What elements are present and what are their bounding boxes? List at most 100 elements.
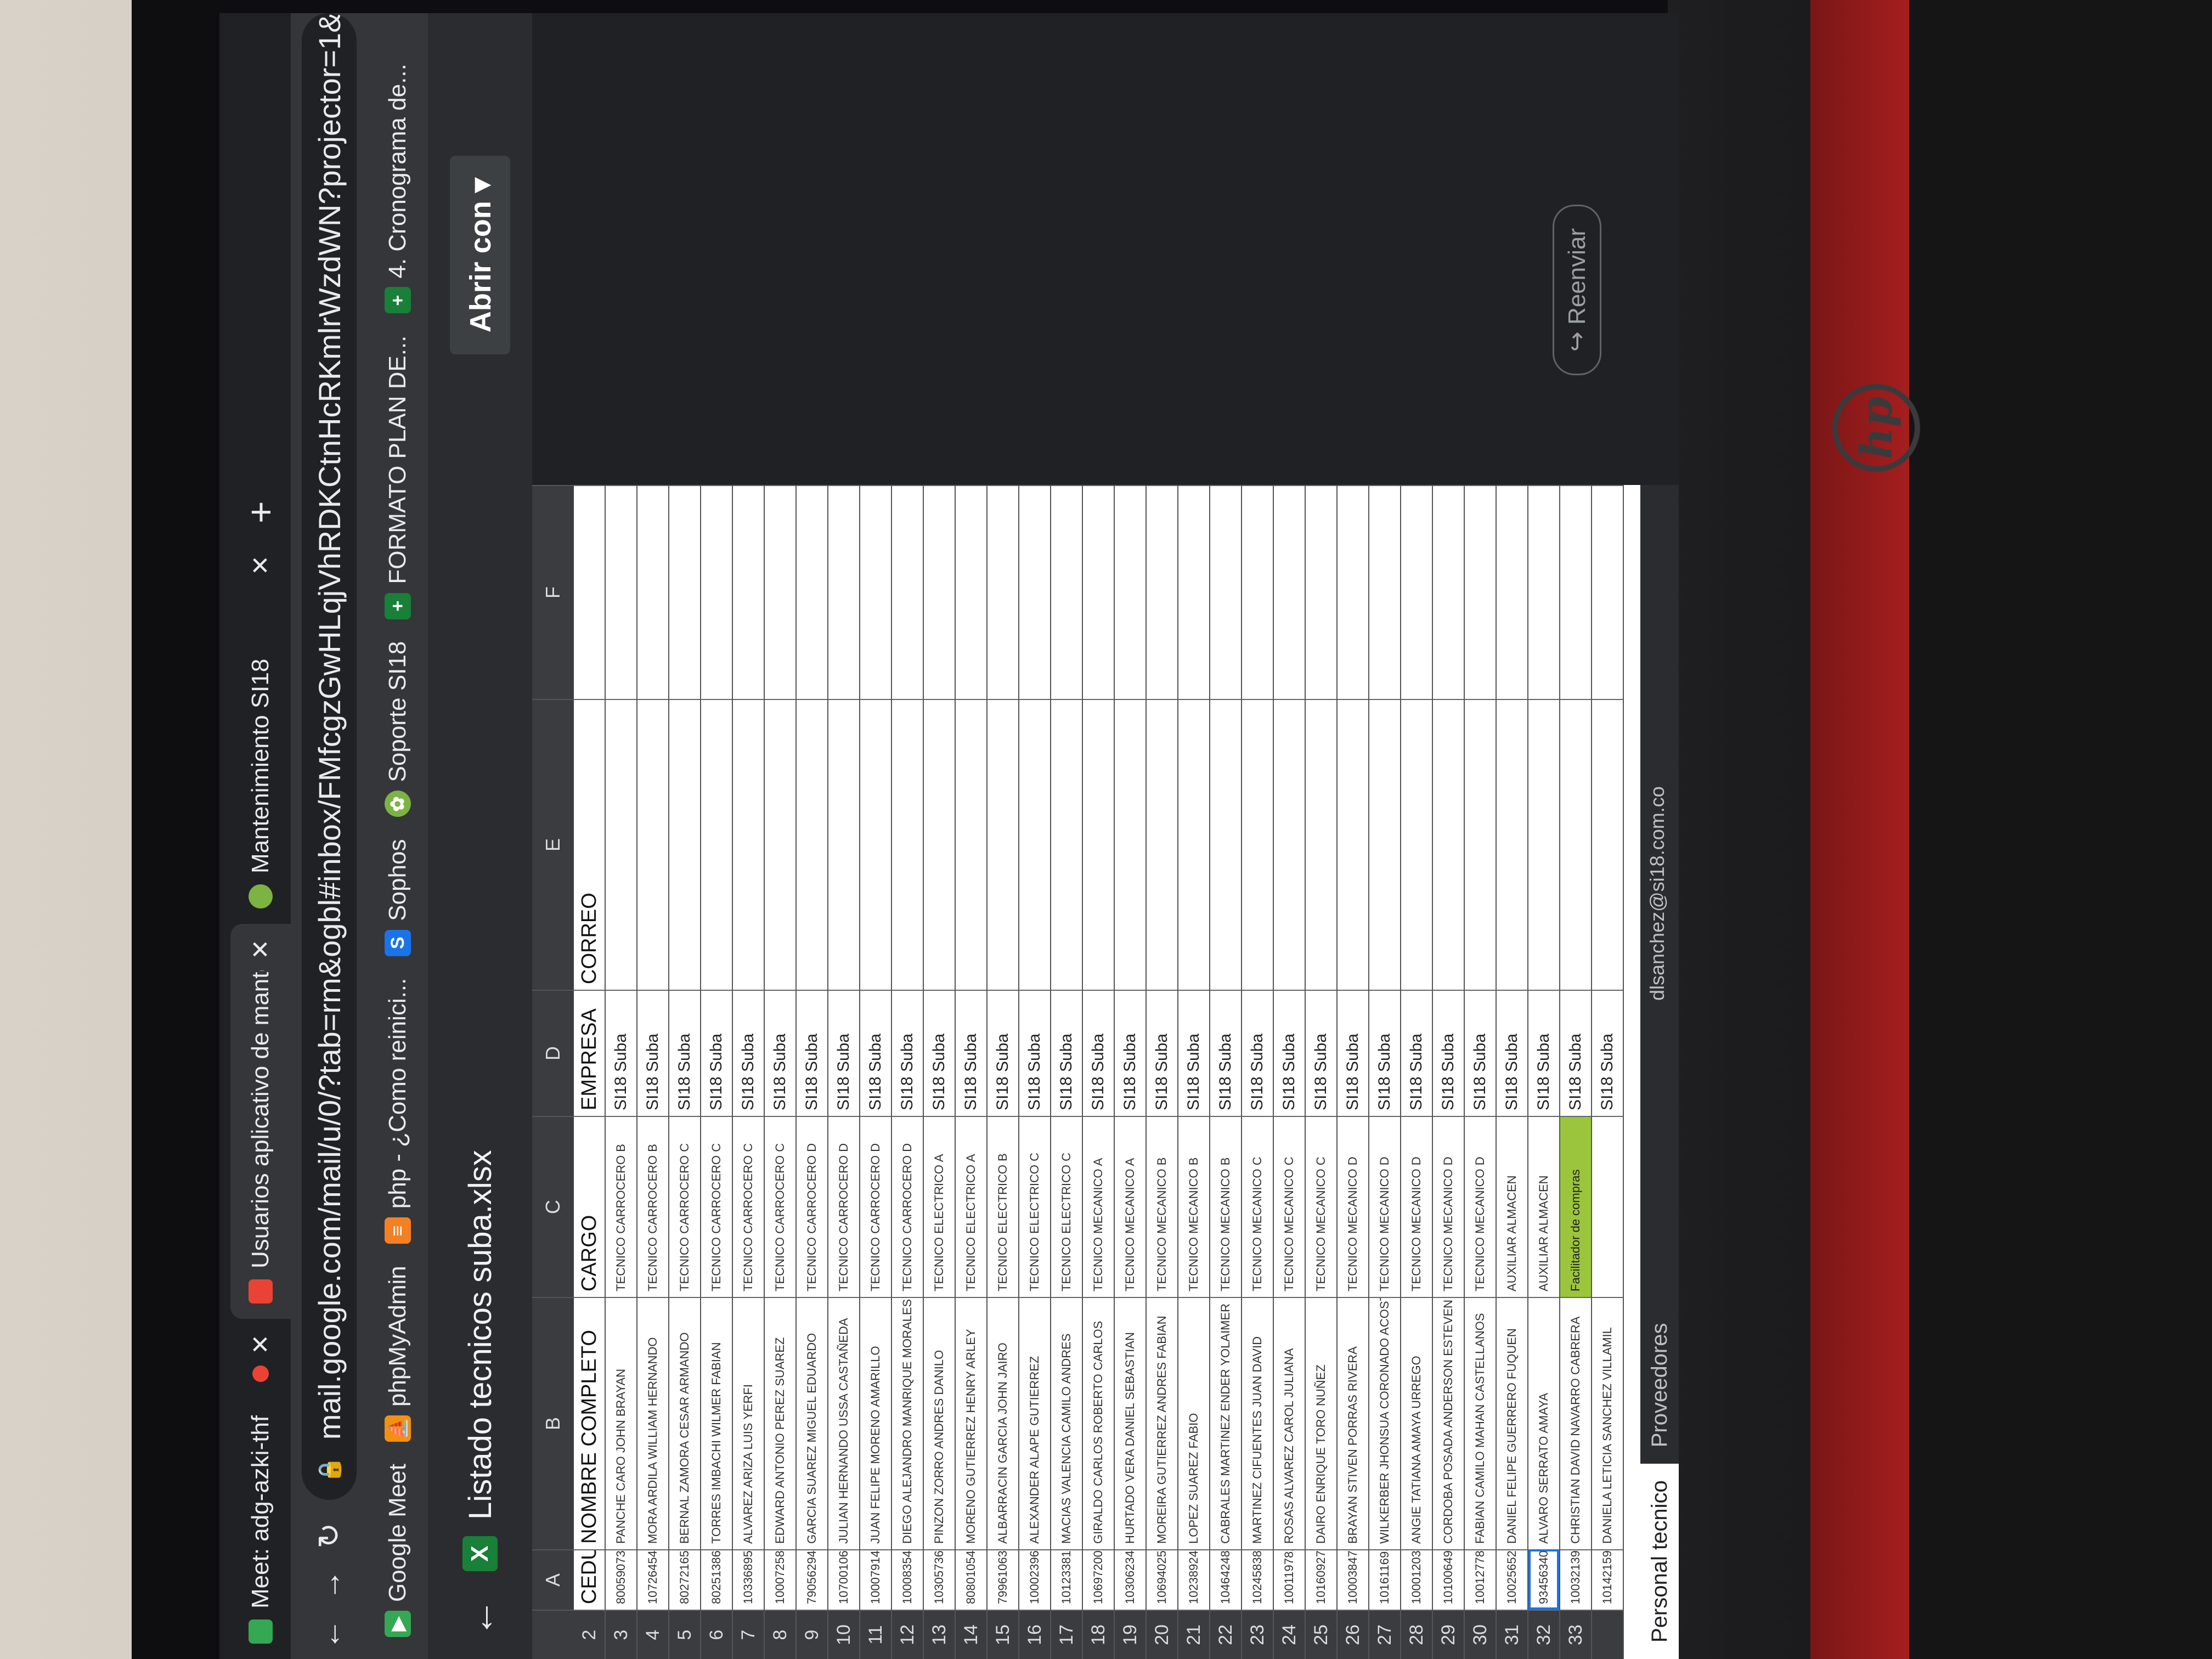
empty-cell[interactable]: [733, 485, 764, 699]
cell-cedula[interactable]: 79961063: [988, 1549, 1018, 1610]
cell-cedula[interactable]: 80251386: [701, 1549, 732, 1610]
cell-cedula[interactable]: 1069720063: [1083, 1549, 1114, 1610]
cell-empresa[interactable]: SI18 Suba: [828, 990, 859, 1116]
cell-cargo[interactable]: TECNICO MECANICO B: [1147, 1116, 1177, 1297]
cell-cedula[interactable]: 1003213985: [1560, 1549, 1591, 1610]
cell-cargo[interactable]: AUXILIAR ALMACEN: [1497, 1116, 1527, 1297]
sheet-tab-proveedores[interactable]: Proveedores: [1640, 1306, 1679, 1464]
cell-cedula[interactable]: 1000120323: [1401, 1549, 1432, 1610]
cell-cargo[interactable]: TECNICO CARROCERO D: [860, 1116, 891, 1297]
empty-cell[interactable]: [1560, 485, 1591, 699]
row-number[interactable]: 26: [1338, 1610, 1368, 1659]
cell-empresa[interactable]: SI18 Suba: [1178, 990, 1209, 1116]
cell-correo[interactable]: [1338, 699, 1368, 990]
row-number[interactable]: 3: [606, 1610, 636, 1659]
sheet-tab-personal-tecnico[interactable]: Personal tecnico: [1640, 1464, 1679, 1659]
row-number[interactable]: 17: [1051, 1610, 1082, 1659]
cell-correo[interactable]: [1178, 699, 1209, 990]
row-number[interactable]: 31: [1497, 1610, 1527, 1659]
cell-correo[interactable]: [1083, 699, 1114, 990]
cell-cedula[interactable]: 1016116936: [1369, 1549, 1400, 1610]
cell-correo[interactable]: [1528, 699, 1559, 990]
empty-cell[interactable]: [1369, 485, 1400, 699]
bookmark-phpmyadmin[interactable]: ⛵ phpMyAdmin: [384, 1266, 411, 1442]
cell-correo[interactable]: [1051, 699, 1082, 990]
cell-cargo[interactable]: TECNICO MECANICO C: [1242, 1116, 1273, 1297]
cell-cedula[interactable]: 1033689598: [733, 1549, 764, 1610]
bookmark-sophos[interactable]: S Sophos: [384, 839, 411, 956]
cell-empresa[interactable]: SI18 Suba: [1274, 990, 1305, 1116]
cell-cedula[interactable]: 1001197826: [1274, 1549, 1305, 1610]
row-number[interactable]: 16: [1019, 1610, 1050, 1659]
row-number[interactable]: 28: [1401, 1610, 1432, 1659]
cell-empresa[interactable]: SI18 Suba: [1465, 990, 1496, 1116]
row-number[interactable]: 30: [1465, 1610, 1496, 1659]
close-icon[interactable]: ✕: [247, 939, 275, 960]
empty-cell[interactable]: [860, 485, 891, 699]
cell-correo[interactable]: [733, 699, 764, 990]
cell-cedula[interactable]: 1024583800: [1242, 1549, 1273, 1610]
row-number[interactable]: 4: [637, 1610, 668, 1659]
empty-cell[interactable]: [1115, 485, 1146, 699]
cell-nombre[interactable]: LOPEZ SUAREZ FABIO: [1178, 1297, 1209, 1549]
row-number[interactable]: 11: [860, 1610, 891, 1659]
cell-nombre[interactable]: MACIAS VALENCIA CAMILO ANDRES: [1051, 1297, 1082, 1549]
cell-cargo[interactable]: TECNICO CARROCERO D: [892, 1116, 923, 1297]
empty-cell[interactable]: [1465, 485, 1496, 699]
row-number[interactable]: [1592, 1610, 1623, 1659]
cell-correo[interactable]: [1274, 699, 1305, 990]
cell-correo[interactable]: [797, 699, 827, 990]
cell-empresa[interactable]: SI18 Suba: [765, 990, 795, 1116]
cell-cedula[interactable]: 1070010686: [828, 1549, 859, 1610]
cell-cedula[interactable]: 80801054: [956, 1549, 986, 1610]
cell-cargo[interactable]: TECNICO MECANICO B: [1210, 1116, 1241, 1297]
bookmark-soporte-si18[interactable]: ✿ Soporte SI18: [384, 641, 411, 817]
row-number[interactable]: 21: [1178, 1610, 1209, 1659]
row-number[interactable]: 18: [1083, 1610, 1114, 1659]
row-number[interactable]: 9: [797, 1610, 827, 1659]
close-icon[interactable]: ✕: [247, 555, 275, 575]
address-bar[interactable]: 🔒 mail.google.com/mail/u/0/?tab=rm&ogbl#…: [302, 13, 357, 1500]
cell-cedula[interactable]: 1069402524: [1147, 1549, 1177, 1610]
cell-cargo[interactable]: TECNICO ELECTRICO C: [1051, 1116, 1082, 1297]
cell-empresa[interactable]: SI18 Suba: [701, 990, 732, 1116]
cell-nombre[interactable]: MORA ARDILA WILLIAM HERNANDO: [637, 1297, 668, 1549]
open-with-button[interactable]: Abrir con ▾: [450, 156, 510, 355]
cell-cargo[interactable]: TECNICO MECANICO C: [1274, 1116, 1305, 1297]
cell-empresa[interactable]: SI18 Suba: [637, 990, 668, 1116]
cell-nombre[interactable]: DANIELA LETICIA SANCHEZ VILLAMIL: [1592, 1297, 1623, 1549]
back-icon[interactable]: ←: [312, 1610, 347, 1659]
cell-correo[interactable]: [1401, 699, 1432, 990]
cell-cedula[interactable]: 80272165: [669, 1549, 700, 1610]
cell-cedula[interactable]: 1016092790: [1306, 1549, 1336, 1610]
cell-cargo[interactable]: TECNICO MECANICO D: [1369, 1116, 1400, 1297]
row-number[interactable]: 19: [1115, 1610, 1146, 1659]
cell-empresa[interactable]: SI18 Suba: [1051, 990, 1082, 1116]
cell-correo[interactable]: [637, 699, 668, 990]
cell-empresa[interactable]: SI18 Suba: [956, 990, 986, 1116]
cell-empresa[interactable]: SI18 Suba: [1147, 990, 1177, 1116]
cell-correo[interactable]: [828, 699, 859, 990]
cell-cargo[interactable]: TECNICO MECANICO D: [1433, 1116, 1464, 1297]
cell-correo[interactable]: [860, 699, 891, 990]
cell-correo[interactable]: [1433, 699, 1464, 990]
cell-correo[interactable]: [1592, 699, 1623, 990]
row-number[interactable]: 29: [1433, 1610, 1464, 1659]
cell-empresa[interactable]: SI18 Suba: [1210, 990, 1241, 1116]
cell-nombre[interactable]: GARCIA SUAREZ MIGUEL EDUARDO: [797, 1297, 827, 1549]
row-number[interactable]: 33: [1560, 1610, 1591, 1659]
forward-button[interactable]: ↪ Reenviar: [1553, 204, 1601, 375]
cell-cargo[interactable]: TECNICO CARROCERO B: [637, 1116, 668, 1297]
cell-empresa[interactable]: SI18 Suba: [1369, 990, 1400, 1116]
empty-cell[interactable]: [1592, 485, 1623, 699]
row-number[interactable]: 25: [1306, 1610, 1336, 1659]
cell-cedula[interactable]: 1023892479: [1178, 1549, 1209, 1610]
cell-cedula[interactable]: 1014215954: [1592, 1549, 1623, 1610]
cell-cedula[interactable]: 1072645429: [637, 1549, 668, 1610]
row-number[interactable]: 12: [892, 1610, 923, 1659]
cell-nombre[interactable]: CORDOBA POSADA ANDERSON ESTEVEN: [1433, 1297, 1464, 1549]
back-arrow-icon[interactable]: ←: [458, 1599, 502, 1637]
bookmark-google-meet[interactable]: ▶ Google Meet: [384, 1464, 411, 1637]
cell-cedula[interactable]: 1002565212: [1497, 1549, 1527, 1610]
cell-correo[interactable]: [1560, 699, 1591, 990]
